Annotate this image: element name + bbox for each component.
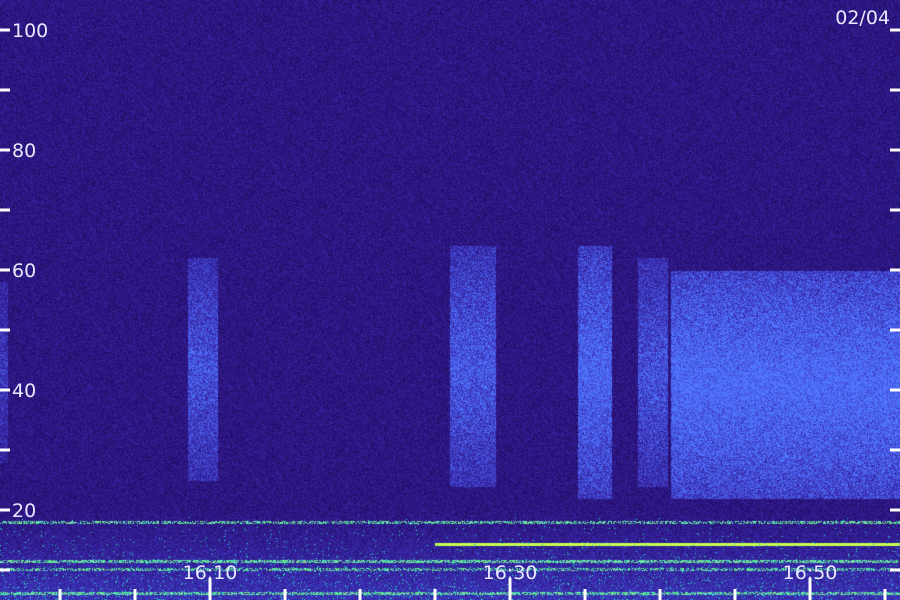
y-tick-label: 20 xyxy=(12,500,36,522)
spectrogram-image-holder xyxy=(0,0,900,600)
x-tick-label: 16:30 xyxy=(483,562,538,584)
y-tick-label: 100 xyxy=(12,20,48,42)
spectrogram-image xyxy=(0,0,900,600)
x-tick-label: 16:50 xyxy=(783,562,838,584)
y-tick-label: 40 xyxy=(12,380,36,402)
spectrogram-chart: 20 40 60 80 100 16:10 16:30 16:50 02/04 xyxy=(0,0,900,600)
x-tick-label: 16:10 xyxy=(183,562,238,584)
date-annotation: 02/04 xyxy=(835,7,890,29)
y-tick-label: 60 xyxy=(12,260,36,282)
y-tick-label: 80 xyxy=(12,140,36,162)
